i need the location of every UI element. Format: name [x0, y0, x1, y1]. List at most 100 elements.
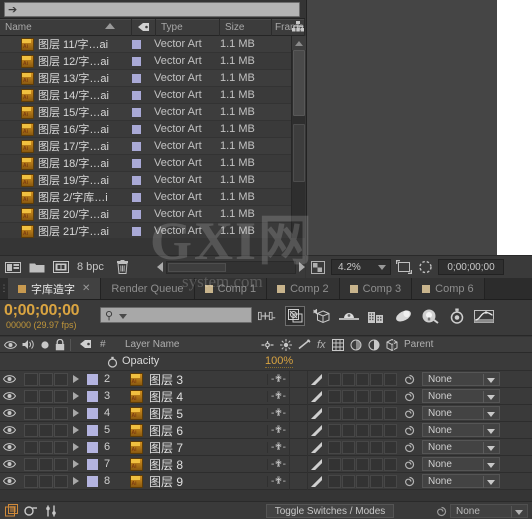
layer-shy-switch[interactable]: -✟-	[267, 424, 289, 436]
horizontal-scrollbar-thumb[interactable]	[168, 262, 226, 272]
bit-depth-icon[interactable]	[52, 259, 70, 275]
scrollbar-track-lower[interactable]	[293, 124, 305, 182]
live-update-icon[interactable]	[258, 306, 278, 326]
layer-lock-toggle[interactable]	[54, 474, 68, 488]
quality-header-icon[interactable]	[298, 339, 311, 350]
layer-audio-toggle[interactable]	[24, 440, 38, 454]
label-column-header[interactable]	[75, 339, 95, 350]
mask-path-icon[interactable]	[417, 259, 433, 275]
tab-bar-grip[interactable]: ⋮	[0, 278, 9, 299]
layer-visibility-toggle[interactable]	[0, 425, 18, 435]
project-file-list[interactable]: 图层 11/字…ai Vector Art 1.1 MB 图层 12/字…ai Vect…	[0, 36, 291, 238]
layer-name[interactable]: 图层 8	[149, 456, 267, 473]
layer-collapse-switch[interactable]	[289, 371, 307, 388]
layer-adjustment-switch[interactable]	[370, 372, 383, 386]
layer-lock-toggle[interactable]	[54, 389, 68, 403]
layer-visibility-toggle[interactable]	[0, 442, 18, 452]
layer-audio-toggle[interactable]	[24, 423, 38, 437]
label-color-chip-wrap[interactable]	[132, 107, 154, 117]
scroll-right-icon[interactable]	[299, 262, 305, 272]
layer-quality-switch[interactable]	[307, 472, 325, 490]
layer-frame-blend-switch[interactable]	[342, 389, 355, 403]
timeline-layer-row[interactable]: 8 图层 9-✟- None	[0, 472, 532, 490]
toggle-switches-modes-button[interactable]: Toggle Switches / Modes	[266, 504, 394, 518]
layer-number-header[interactable]: #	[95, 339, 121, 350]
new-3d-renderer-icon[interactable]	[312, 306, 332, 326]
label-color-chip-wrap[interactable]	[132, 56, 154, 66]
current-timecode[interactable]: 0;00;00;00	[4, 302, 80, 320]
new-composition-icon[interactable]	[4, 259, 22, 275]
graph-editor-icon[interactable]	[366, 306, 386, 326]
effects-header-icon[interactable]: fx	[317, 339, 326, 351]
layer-quality-switch[interactable]	[307, 455, 325, 473]
layer-lock-toggle[interactable]	[54, 440, 68, 454]
layer-motion-blur-switch[interactable]	[356, 372, 369, 386]
project-search-input[interactable]: ➔	[4, 2, 300, 17]
label-color-chip-wrap[interactable]	[132, 39, 154, 49]
layer-frame-blend-switch[interactable]	[342, 406, 355, 420]
layer-3d-switch[interactable]	[384, 440, 397, 454]
layer-effects-switch[interactable]	[328, 457, 341, 471]
layer-lock-toggle[interactable]	[54, 372, 68, 386]
project-hierarchy-icon[interactable]	[291, 19, 304, 35]
toggle-transparency-icon[interactable]	[310, 259, 326, 275]
opacity-stopwatch-icon[interactable]	[107, 356, 118, 368]
layer-parent-select[interactable]: None	[422, 406, 500, 420]
auto-keyframe-icon[interactable]	[447, 306, 467, 326]
layer-parent-cell[interactable]: None	[420, 440, 500, 454]
project-file-row[interactable]: 图层 18/字…ai Vector Art 1.1 MB	[0, 155, 291, 172]
layer-shy-switch[interactable]: -✟-	[267, 475, 289, 487]
layer-solo-toggle[interactable]	[39, 457, 53, 471]
label-color-chip-wrap[interactable]	[132, 158, 154, 168]
layer-switch-grid[interactable]	[325, 423, 398, 437]
label-color-chip-wrap[interactable]	[132, 141, 154, 151]
layer-3d-switch[interactable]	[384, 406, 397, 420]
layer-label-swatch-wrap[interactable]	[83, 424, 101, 436]
column-header-size[interactable]: Size	[220, 19, 272, 36]
label-color-chip-wrap[interactable]	[132, 90, 154, 100]
layer-label-swatch-wrap[interactable]	[83, 458, 101, 470]
audio-icon[interactable]	[22, 339, 35, 350]
timeline-layer-row[interactable]: 7 图层 8-✟- None	[0, 455, 532, 473]
layer-adjustment-switch[interactable]	[370, 389, 383, 403]
label-color-chip-wrap[interactable]	[132, 209, 154, 219]
layer-frame-blend-switch[interactable]	[342, 457, 355, 471]
timeline-search-input[interactable]: ⚲	[100, 307, 252, 323]
layer-motion-blur-switch[interactable]	[356, 457, 369, 471]
tab-5[interactable]: Comp 6	[412, 278, 485, 299]
timeline-layer-row[interactable]: 3 图层 4-✟- None	[0, 387, 532, 405]
layer-name[interactable]: 图层 9	[149, 473, 267, 490]
project-file-row[interactable]: 图层 20/字…ai Vector Art 1.1 MB	[0, 206, 291, 223]
layer-switch-grid[interactable]	[325, 440, 398, 454]
label-color-chip-wrap[interactable]	[132, 175, 154, 185]
layer-shy-switch[interactable]: -✟-	[267, 407, 289, 419]
zoom-level-select[interactable]: 4.2%	[331, 259, 391, 275]
layer-label-swatch-wrap[interactable]	[83, 373, 101, 385]
layer-visibility-toggle[interactable]	[0, 391, 18, 401]
layer-lock-toggle[interactable]	[54, 457, 68, 471]
layer-lock-toggle[interactable]	[54, 423, 68, 437]
tab-4[interactable]: Comp 3	[339, 278, 413, 299]
comp-render-icon[interactable]	[4, 504, 18, 518]
project-file-row[interactable]: 图层 12/字…ai Vector Art 1.1 MB	[0, 53, 291, 70]
layer-effects-switch[interactable]	[328, 423, 341, 437]
layer-switch-grid[interactable]	[325, 372, 398, 386]
adjustment-header-icon[interactable]	[368, 339, 380, 351]
column-header-type[interactable]: Type	[156, 19, 220, 36]
layer-shy-switch[interactable]: -✟-	[267, 373, 289, 385]
horizontal-scrollbar[interactable]	[166, 260, 296, 274]
layer-3d-switch[interactable]	[384, 474, 397, 488]
layer-name[interactable]: 图层 5	[149, 405, 267, 422]
layer-frame-blend-switch[interactable]	[342, 372, 355, 386]
layer-expand-triangle[interactable]	[69, 426, 83, 434]
layer-audio-toggle[interactable]	[24, 406, 38, 420]
layer-parent-pickwhip[interactable]	[398, 391, 420, 402]
layer-motion-blur-switch[interactable]	[356, 440, 369, 454]
layer-parent-pickwhip[interactable]	[398, 374, 420, 385]
layer-parent-select[interactable]: None	[422, 440, 500, 454]
label-color-chip-wrap[interactable]	[132, 192, 154, 202]
motion-blur-icon[interactable]	[339, 306, 359, 326]
layer-frame-blend-switch[interactable]	[342, 423, 355, 437]
column-header-name[interactable]: Name	[0, 19, 132, 36]
bottom-parent-select[interactable]: None	[450, 504, 528, 518]
